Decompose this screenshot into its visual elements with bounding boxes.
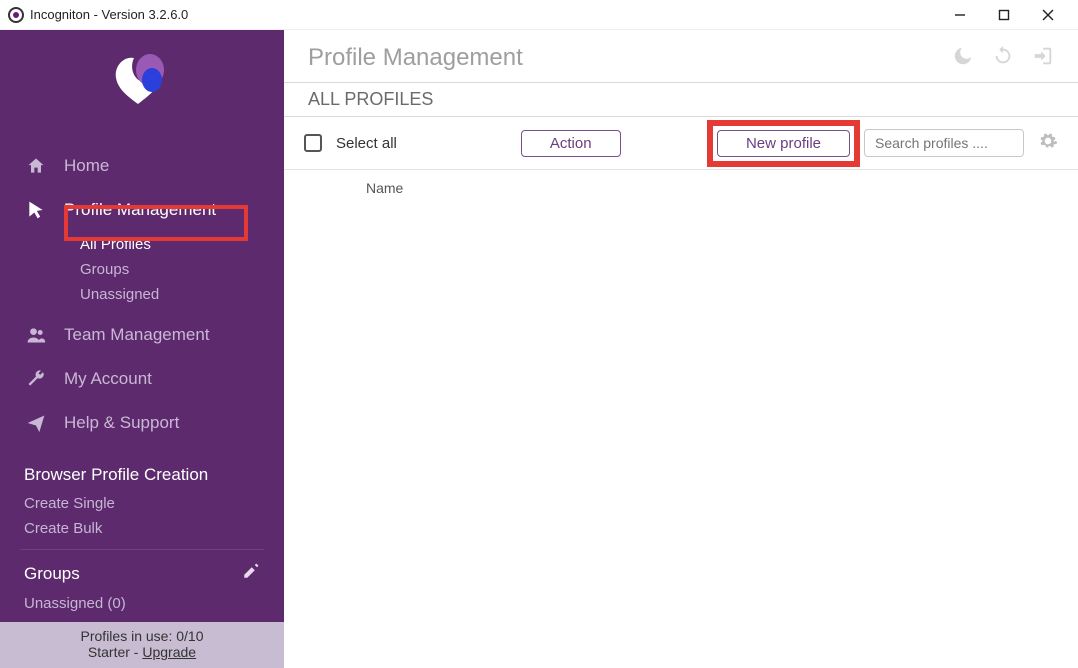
main-header: Profile Management (284, 30, 1078, 82)
group-unassigned[interactable]: Unassigned (0) (0, 591, 284, 616)
footer-plan-prefix: Starter - (88, 644, 142, 660)
search-input[interactable] (864, 129, 1024, 157)
close-button[interactable] (1026, 1, 1070, 29)
create-bulk-link[interactable]: Create Bulk (0, 516, 284, 541)
nav-team-management[interactable]: Team Management (0, 313, 284, 357)
nav-my-account[interactable]: My Account (0, 357, 284, 401)
action-button[interactable]: Action (521, 130, 621, 157)
window-title: Incogniton - Version 3.2.6.0 (30, 7, 188, 22)
sub-all-profiles[interactable]: All Profiles (80, 232, 284, 257)
divider (20, 549, 264, 550)
creation-header: Browser Profile Creation (0, 451, 284, 491)
page-title: Profile Management (308, 44, 952, 72)
logout-icon[interactable] (1032, 45, 1054, 72)
nav-profile-management[interactable]: Profile Management (0, 188, 284, 232)
profile-subnav: All Profiles Groups Unassigned (0, 232, 284, 313)
edit-icon[interactable] (242, 562, 260, 585)
sidebar-footer: Profiles in use: 0/10 Starter - Upgrade (0, 622, 284, 668)
wrench-icon (24, 369, 48, 389)
toolbar: Select all Action New profile (284, 117, 1078, 170)
send-icon (24, 413, 48, 433)
upgrade-link[interactable]: Upgrade (142, 644, 196, 660)
refresh-icon[interactable] (992, 45, 1014, 72)
nav-label: Home (64, 156, 109, 176)
nav-label: My Account (64, 369, 152, 389)
logo (0, 30, 284, 138)
maximize-button[interactable] (982, 1, 1026, 29)
app-icon (8, 7, 24, 23)
select-all-label: Select all (336, 135, 397, 152)
main: Profile Management ALL PROFILES Select a… (284, 30, 1078, 668)
sub-groups[interactable]: Groups (80, 257, 284, 282)
nav-help-support[interactable]: Help & Support (0, 401, 284, 445)
titlebar: Incogniton - Version 3.2.6.0 (0, 0, 1078, 30)
cursor-icon (24, 200, 48, 220)
nav: Home Profile Management All Profiles Gro… (0, 138, 284, 451)
create-single-link[interactable]: Create Single (0, 491, 284, 516)
column-name: Name (366, 180, 403, 196)
new-profile-button[interactable]: New profile (717, 130, 850, 157)
sub-unassigned[interactable]: Unassigned (80, 282, 284, 307)
select-all-checkbox[interactable] (304, 134, 322, 152)
gear-icon[interactable] (1038, 131, 1058, 156)
nav-label: Help & Support (64, 413, 179, 433)
nav-label: Profile Management (64, 200, 216, 220)
sub-header: ALL PROFILES (284, 82, 1078, 117)
sidebar: Home Profile Management All Profiles Gro… (0, 30, 284, 668)
team-icon (24, 325, 48, 345)
sub-header-title: ALL PROFILES (308, 89, 1054, 110)
groups-header: Groups (0, 558, 284, 591)
minimize-button[interactable] (938, 1, 982, 29)
nav-home[interactable]: Home (0, 144, 284, 188)
table-header: Name (284, 170, 1078, 206)
nav-label: Team Management (64, 325, 210, 345)
footer-profiles-value: 0/10 (176, 628, 203, 644)
home-icon (24, 156, 48, 176)
moon-icon[interactable] (952, 45, 974, 72)
footer-profiles-prefix: Profiles in use: (81, 628, 177, 644)
